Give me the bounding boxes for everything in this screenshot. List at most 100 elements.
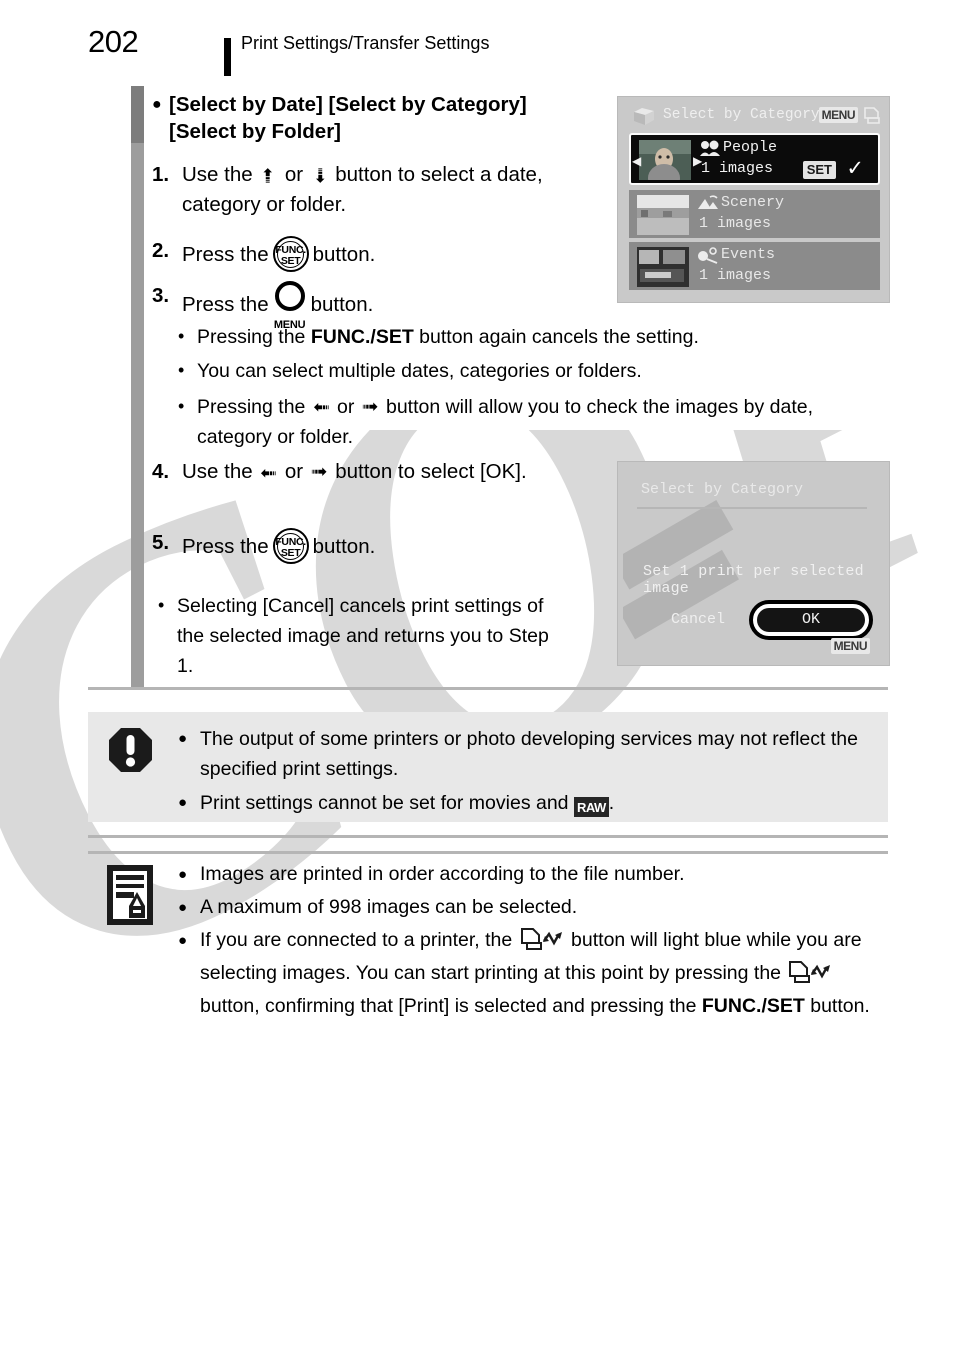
note-item-1: ● Images are printed in order according …: [178, 858, 878, 891]
section-heading-label: [Select by Date] [Select by Category] [S…: [169, 93, 527, 143]
lcd-menu-pill: MENU: [830, 638, 870, 654]
warning-exclamation-icon: [109, 728, 152, 772]
check-icon: ✓: [846, 157, 864, 180]
func-set-button-icon: FUNC. SET: [272, 236, 309, 272]
cancel-note: • Selecting [Cancel] cancels print setti…: [158, 591, 558, 681]
substep-3-pre: Pressing the: [197, 396, 306, 418]
lcd-category-count-events: 1 images: [699, 267, 772, 284]
step-2-body: Press the FUNC. SET button.: [182, 236, 602, 272]
note-item-3: ● If you are connected to a printer, the…: [178, 924, 878, 1023]
lcd-title-bar: Select by Category MENU: [623, 102, 884, 129]
page-number: 202: [88, 24, 139, 59]
right-arrow-icon: ➟: [310, 461, 328, 483]
section-heading: ● [Select by Date] [Select by Category] […: [152, 92, 572, 145]
lcd-category-item-events[interactable]: Events 1 images: [629, 242, 880, 290]
cancel-note-text: Selecting [Cancel] cancels print setting…: [177, 595, 549, 677]
lcd-confirm-message: Set 1 print per selected image: [643, 563, 864, 597]
left-arrow-icon[interactable]: ◀: [632, 154, 641, 168]
note-item-3-seg3: button, confirming that [Print] is selec…: [200, 995, 697, 1017]
set-pill-label: SET: [802, 161, 836, 179]
step-4-body: Use the ➟ or ➟ button to select [OK].: [182, 457, 582, 487]
step-2: 2. Press the FUNC. SET button.: [152, 236, 602, 272]
substep-3-body: Pressing the ➟ or ➟ button will allow yo…: [197, 392, 868, 452]
step-4-pre: Use the: [182, 460, 253, 483]
bullet-icon: ●: [178, 794, 188, 811]
note-pencil-icon: [107, 865, 153, 925]
bullet-icon: •: [178, 326, 185, 346]
lcd-confirm-divider: [637, 507, 867, 509]
warning-list: ● The output of some printers or photo d…: [178, 720, 868, 818]
note-item-2-text: A maximum of 998 images can be selected.: [200, 896, 578, 918]
menu-button-icon: MENU: [273, 281, 307, 331]
substep-1-bold: FUNC./SET: [310, 326, 414, 348]
lcd-category-name-scenery: Scenery: [721, 194, 785, 211]
lcd-select-by-category-screen: Select by Category MENU People 1 images …: [617, 96, 890, 303]
func-set-button-icon: FUNC. SET: [272, 528, 309, 564]
step-5: 5. Press the FUNC. SET button.: [152, 528, 582, 564]
substep-2-body: You can select multiple dates, categorie…: [197, 360, 642, 382]
step-3: 3. Press the MENU button.: [152, 281, 602, 331]
print-icon: [864, 107, 880, 124]
down-arrow-icon: ➟: [308, 167, 331, 184]
lcd-title: Select by Category: [663, 107, 820, 123]
thumbnail-people: [639, 140, 691, 180]
step-3-post: button.: [310, 293, 374, 316]
step-3-pre: Press the: [182, 293, 269, 316]
bullet-icon: ●: [178, 730, 188, 747]
lcd-confirm-title: Select by Category: [641, 481, 804, 498]
step-1-mid: or: [284, 163, 304, 186]
raw-badge-icon: RAW: [573, 797, 609, 817]
lcd-category-count-scenery: 1 images: [699, 215, 772, 232]
warning-item-2-pre: Print settings cannot be set for movies …: [200, 792, 569, 814]
note-item-1-text: Images are printed in order according to…: [200, 863, 685, 885]
step-4-mid: or: [284, 460, 304, 483]
lcd-category-item-people[interactable]: People 1 images SET ✓ ◀ ▶: [629, 133, 880, 185]
scenery-icon: [698, 195, 718, 209]
divider-3: [88, 851, 888, 854]
thumbnail-events: [637, 247, 689, 287]
lcd-ok-button-highlight: OK: [749, 600, 873, 640]
category-icon: [634, 108, 654, 125]
notes-list: ● Images are printed in order according …: [178, 858, 878, 1023]
bullet-icon: ●: [178, 932, 188, 949]
people-icon: [700, 140, 720, 156]
right-arrow-icon: ➟: [361, 396, 379, 418]
lcd-confirm-screen: Select by Category Set 1 print per selec…: [617, 461, 890, 666]
warning-panel: ● The output of some printers or photo d…: [88, 712, 888, 822]
bullet-icon: •: [158, 595, 165, 615]
step-3-number: 3.: [152, 284, 170, 307]
right-arrow-icon[interactable]: ▶: [693, 154, 702, 168]
note-item-2: ● A maximum of 998 images can be selecte…: [178, 891, 878, 924]
step-1-number: 1.: [152, 163, 170, 186]
substep-1: • Pressing the FUNC./SET button again ca…: [178, 322, 878, 352]
lcd-ok-button[interactable]: OK: [757, 608, 865, 632]
divider-1: [88, 687, 888, 690]
left-arrow-icon: ➟: [260, 462, 278, 484]
warning-item-2: ● Print settings cannot be set for movie…: [178, 788, 868, 818]
step-1-pre: Use the: [182, 163, 253, 186]
print-share-button-icon: [520, 928, 562, 950]
manual-page: COPY 202 Print Settings/Transfer Setting…: [0, 0, 954, 1345]
step-4-post: button to select [OK].: [335, 460, 527, 483]
page-header: 202 Print Settings/Transfer Settings: [88, 22, 908, 76]
lcd-cancel-button[interactable]: Cancel: [671, 611, 725, 628]
bullet-icon: ●: [178, 866, 188, 883]
notes-panel: ● Images are printed in order according …: [88, 858, 888, 1058]
bullet-icon: ●: [178, 899, 188, 916]
step-2-number: 2.: [152, 239, 170, 262]
menu-pill-label: MENU: [818, 107, 858, 123]
lcd-category-item-scenery[interactable]: Scenery 1 images: [629, 190, 880, 238]
step-3-body: Press the MENU button.: [182, 281, 602, 331]
left-arrow-icon: ➟: [312, 396, 330, 418]
bullet-icon: •: [178, 396, 185, 416]
events-icon: [698, 247, 718, 264]
step-4-number: 4.: [152, 460, 170, 483]
step-4: 4. Use the ➟ or ➟ button to select [OK].: [152, 457, 582, 487]
lcd-category-name-people: People: [723, 139, 778, 156]
note-item-3-seg1: If you are connected to a printer, the: [200, 929, 513, 951]
note-item-3-seg4: button.: [810, 995, 870, 1017]
bullet-icon: ●: [152, 96, 162, 113]
step-2-pre: Press the: [182, 243, 269, 266]
margin-bar-light: [131, 143, 144, 688]
print-share-button-icon: [789, 961, 831, 983]
